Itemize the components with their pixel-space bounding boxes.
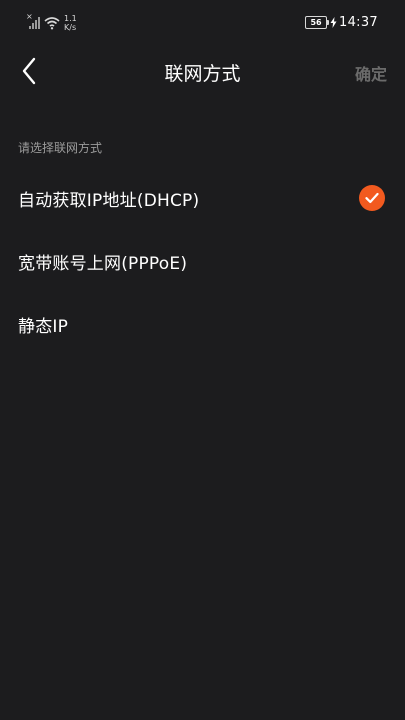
- battery-icon: 56: [305, 15, 330, 29]
- status-left: × 1.1 K/s: [26, 12, 77, 34]
- network-speed: 1.1 K/s: [64, 14, 77, 32]
- option-dhcp[interactable]: 自动获取IP地址(DHCP): [0, 166, 405, 229]
- back-button[interactable]: [14, 56, 44, 86]
- option-label: 静态IP: [18, 317, 69, 337]
- status-right: 56 14:37: [305, 13, 378, 31]
- charging-icon: [330, 16, 337, 28]
- section-label: 请选择联网方式: [18, 141, 103, 155]
- wifi-icon: [44, 17, 60, 30]
- option-pppoe[interactable]: 宽带账号上网(PPPoE): [0, 229, 405, 292]
- network-speed-unit: K/s: [64, 23, 77, 32]
- battery-level: 56: [310, 17, 322, 27]
- option-label: 宽带账号上网(PPPoE): [18, 254, 188, 274]
- option-label: 自动获取IP地址(DHCP): [18, 191, 200, 211]
- connection-method-list: 自动获取IP地址(DHCP) 宽带账号上网(PPPoE) 静态IP: [0, 166, 405, 355]
- option-static-ip[interactable]: 静态IP: [0, 292, 405, 355]
- page-title: 联网方式: [164, 63, 241, 85]
- network-speed-value: 1.1: [64, 14, 77, 23]
- status-time: 14:37: [339, 14, 378, 30]
- status-bar: × 1.1 K/s 56 14:37: [0, 0, 405, 44]
- nav-bar: 联网方式 确定: [0, 44, 405, 100]
- confirm-button[interactable]: 确定: [355, 61, 387, 85]
- check-icon: [359, 185, 385, 211]
- no-signal-icon: ×: [26, 13, 40, 30]
- chevron-left-icon: [22, 57, 36, 85]
